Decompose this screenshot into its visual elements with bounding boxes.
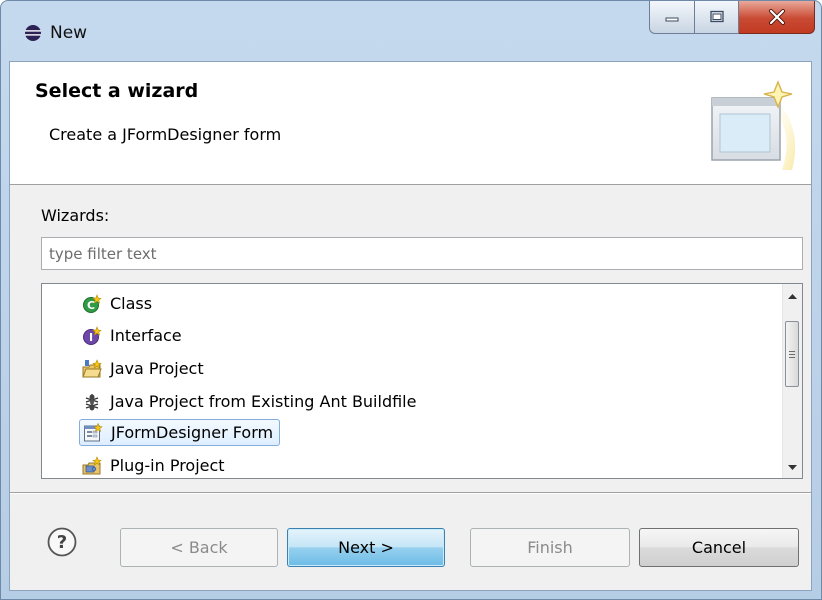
tree-item-jformdesigner-form[interactable]: JFormDesigner Form [79, 419, 281, 446]
minimize-icon [665, 17, 679, 22]
jformdesigner-form-icon [84, 422, 103, 441]
button-bar-separator [10, 492, 811, 494]
eclipse-icon [25, 25, 41, 41]
svg-text:C: C [87, 299, 95, 312]
class-icon: C [83, 293, 102, 313]
new-wizard-banner-icon [711, 80, 796, 170]
tree-item-label: Class [110, 294, 153, 313]
chevron-up-icon [788, 293, 797, 299]
wizard-filter-input[interactable] [41, 237, 803, 270]
back-button[interactable]: < Back [120, 528, 278, 567]
window-title: New [50, 23, 88, 43]
tree-item-label: Java Project from Existing Ant Buildfile [110, 392, 417, 411]
tree-item-ant-project[interactable]: Java Project from Existing Ant Buildfile [79, 388, 422, 415]
wizard-tree[interactable]: C Class I Interface Java Project Java Pr… [41, 283, 803, 479]
tree-item-label: JFormDesigner Form [111, 423, 274, 442]
close-button[interactable] [739, 1, 815, 34]
tree-item-label: Interface [110, 326, 182, 345]
banner-title: Select a wizard [35, 80, 199, 102]
plugin-project-icon [82, 455, 102, 474]
wizard-banner: Select a wizard Create a JFormDesigner f… [10, 62, 811, 185]
tree-item-label: Java Project [110, 359, 204, 378]
banner-subtitle: Create a JFormDesigner form [49, 125, 282, 144]
tree-item-class[interactable]: C Class [79, 290, 158, 317]
minimize-button[interactable] [649, 1, 695, 34]
java-project-icon [82, 358, 102, 377]
close-icon [768, 9, 785, 25]
tree-scrollbar[interactable] [782, 284, 802, 478]
chevron-down-icon [788, 464, 797, 470]
scroll-thumb[interactable] [785, 321, 799, 387]
tree-item-java-project[interactable]: Java Project [79, 355, 210, 382]
tree-item-label: Plug-in Project [110, 456, 225, 475]
title-bar[interactable]: New [1, 1, 821, 61]
scroll-up-button[interactable] [783, 286, 802, 305]
window-controls [649, 1, 815, 35]
svg-text:I: I [89, 331, 93, 344]
maximize-icon [709, 10, 724, 23]
new-wizard-window: New Select a wizard Create a JFormDesign… [0, 0, 822, 600]
cancel-button[interactable]: Cancel [639, 528, 799, 567]
tree-item-plugin-project[interactable]: Plug-in Project [79, 452, 231, 478]
maximize-button[interactable] [695, 1, 739, 34]
wizards-label: Wizards: [41, 206, 110, 225]
finish-button[interactable]: Finish [470, 528, 630, 567]
svg-text:?: ? [57, 532, 67, 553]
next-button[interactable]: Next > [287, 528, 445, 567]
scroll-down-button[interactable] [783, 458, 802, 477]
dialog-client-area: Select a wizard Create a JFormDesigner f… [9, 61, 812, 591]
help-icon[interactable]: ? [47, 527, 77, 557]
interface-icon: I [83, 325, 102, 345]
grip-icon [789, 350, 795, 358]
ant-icon [85, 393, 99, 410]
tree-item-interface[interactable]: I Interface [79, 322, 188, 349]
